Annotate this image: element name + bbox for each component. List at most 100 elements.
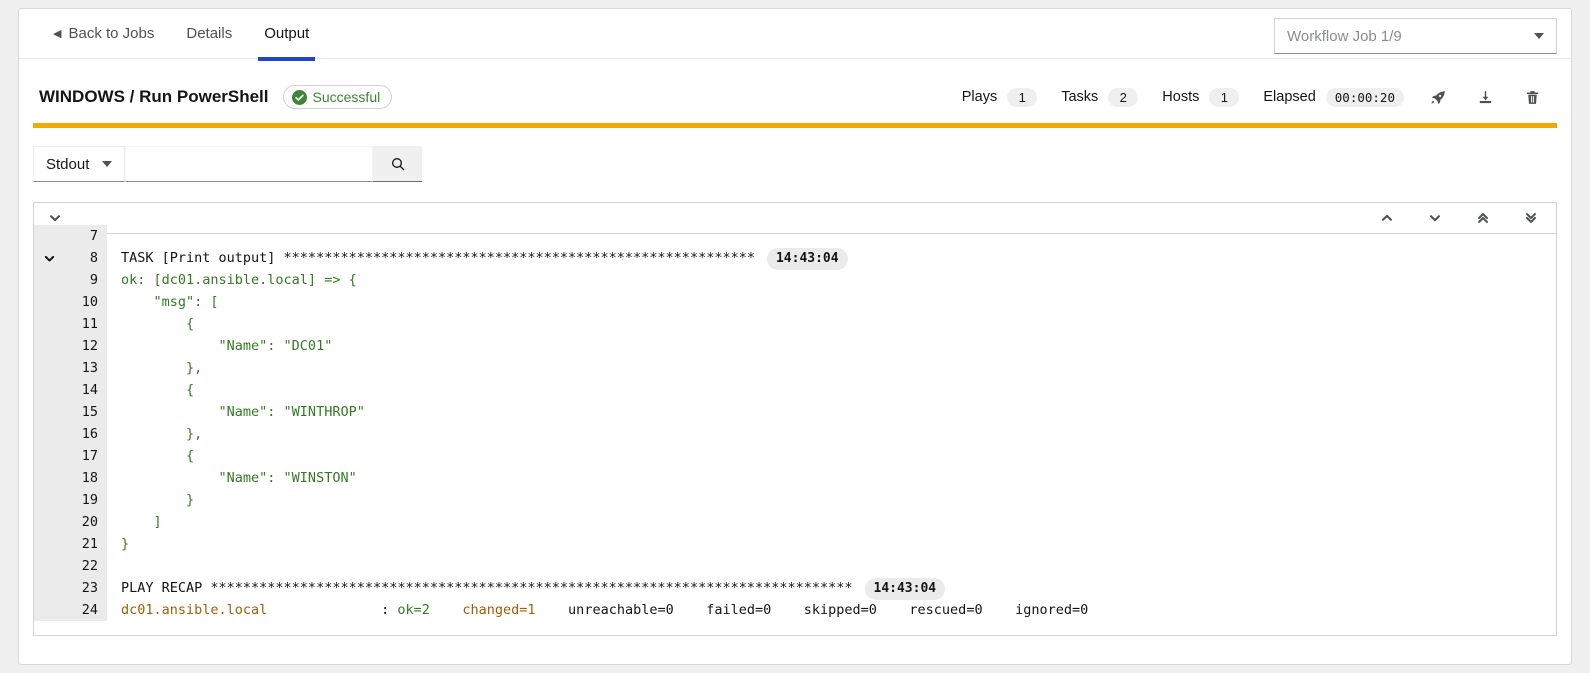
relaunch-rocket-icon[interactable] <box>1430 89 1447 106</box>
stat-label: Elapsed <box>1263 89 1315 105</box>
line-content: ] <box>107 511 162 533</box>
scroll-top-double-chevron-up-icon[interactable] <box>1476 211 1490 225</box>
line-content: PLAY RECAP *****************************… <box>107 577 945 599</box>
line-number: 19 <box>64 489 107 511</box>
timestamp-badge: 14:43:04 <box>865 578 946 600</box>
back-to-jobs-link[interactable]: ◀ Back to Jobs <box>37 9 170 59</box>
stat-value-badge: 2 <box>1108 88 1138 107</box>
expand-collapse-all-chevron-icon[interactable] <box>48 211 62 225</box>
console-row: 10 "msg": [ <box>34 291 1556 313</box>
stat-tasks: Tasks 2 <box>1061 88 1138 107</box>
line-number-gutter: 18 <box>34 467 107 489</box>
console-row: 14 { <box>34 379 1556 401</box>
stat-elapsed: Elapsed 00:00:20 <box>1263 88 1404 107</box>
line-content: }, <box>107 423 202 445</box>
line-number: 10 <box>64 291 107 313</box>
scroll-bottom-double-chevron-down-icon[interactable] <box>1524 211 1538 225</box>
line-number: 14 <box>64 379 107 401</box>
stat-value-badge: 1 <box>1209 88 1239 107</box>
output-filter-row: Stdout <box>33 146 1571 182</box>
line-content: "Name": "DC01" <box>107 335 332 357</box>
line-number: 8 <box>64 247 107 269</box>
console-row: 21} <box>34 533 1556 555</box>
line-number-gutter: 11 <box>34 313 107 335</box>
line-number: 22 <box>64 555 107 577</box>
back-to-jobs-label: Back to Jobs <box>68 25 154 42</box>
check-circle-icon <box>292 90 307 105</box>
output-panel: 78TASK [Print output] ******************… <box>33 202 1557 636</box>
line-content: "msg": [ <box>107 291 219 313</box>
line-number-gutter: 19 <box>34 489 107 511</box>
job-status-accent-bar <box>33 123 1557 128</box>
download-icon[interactable] <box>1477 89 1494 106</box>
line-number: 16 <box>64 423 107 445</box>
line-number: 13 <box>64 357 107 379</box>
console-row: 9ok: [dc01.ansible.local] => { <box>34 269 1556 291</box>
line-number-gutter: 13 <box>34 357 107 379</box>
console-row: 13 }, <box>34 357 1556 379</box>
line-content: "Name": "WINSTON" <box>107 467 357 489</box>
line-content <box>107 225 121 247</box>
console-row: 24dc01.ansible.local : ok=2 changed=1 un… <box>34 599 1556 621</box>
search-input[interactable] <box>125 146 373 182</box>
line-number: 24 <box>64 599 107 621</box>
stat-label: Plays <box>962 89 997 105</box>
line-number: 15 <box>64 401 107 423</box>
line-content: dc01.ansible.local : ok=2 changed=1 unre… <box>107 599 1088 621</box>
console-row: 7 <box>34 225 1556 247</box>
line-number: 23 <box>64 577 107 599</box>
line-number: 11 <box>64 313 107 335</box>
back-caret-icon: ◀ <box>53 27 61 40</box>
job-output-page: ◀ Back to Jobs Details Output Workflow J… <box>18 8 1572 665</box>
tab-output[interactable]: Output <box>248 9 325 59</box>
line-number-gutter: 21 <box>34 533 107 555</box>
line-content: { <box>107 445 194 467</box>
console-row: 20 ] <box>34 511 1556 533</box>
console-row: 12 "Name": "DC01" <box>34 335 1556 357</box>
line-content <box>107 555 121 577</box>
status-badge: Successful <box>283 85 393 109</box>
line-content: ok: [dc01.ansible.local] => { <box>107 269 357 291</box>
line-number-gutter: 8 <box>34 247 107 269</box>
workflow-job-select[interactable]: Workflow Job 1/9 <box>1274 18 1557 54</box>
line-content: { <box>107 379 194 401</box>
line-number: 7 <box>64 225 107 247</box>
search-button[interactable] <box>373 146 422 182</box>
stdout-source-value: Stdout <box>46 156 89 173</box>
delete-trash-icon[interactable] <box>1524 89 1541 106</box>
stdout-source-select[interactable]: Stdout <box>33 146 125 182</box>
tab-bar: ◀ Back to Jobs Details Output Workflow J… <box>19 9 1571 59</box>
stat-label: Tasks <box>1061 89 1098 105</box>
tab-details[interactable]: Details <box>170 9 248 59</box>
tab-output-label: Output <box>264 25 309 42</box>
line-number-gutter: 20 <box>34 511 107 533</box>
scroll-previous-chevron-up-icon[interactable] <box>1380 211 1394 225</box>
chevron-down-icon <box>102 161 112 167</box>
console-row: 11 { <box>34 313 1556 335</box>
line-number-gutter: 23 <box>34 577 107 599</box>
scroll-next-chevron-down-icon[interactable] <box>1428 211 1442 225</box>
line-content: } <box>107 533 129 555</box>
console-row: 23PLAY RECAP ***************************… <box>34 577 1556 599</box>
line-number: 18 <box>64 467 107 489</box>
console-row: 15 "Name": "WINTHROP" <box>34 401 1556 423</box>
console-row: 17 { <box>34 445 1556 467</box>
stat-value-badge: 00:00:20 <box>1326 88 1404 107</box>
line-number-gutter: 9 <box>34 269 107 291</box>
status-badge-label: Successful <box>313 89 381 105</box>
chevron-down-icon <box>1534 33 1544 39</box>
console-row: 16 }, <box>34 423 1556 445</box>
task-expand-chevron-icon[interactable] <box>34 252 64 265</box>
line-number-gutter: 7 <box>34 225 107 247</box>
line-content: { <box>107 313 194 335</box>
line-content: } <box>107 489 194 511</box>
line-content: "Name": "WINTHROP" <box>107 401 365 423</box>
line-number: 20 <box>64 511 107 533</box>
line-number: 21 <box>64 533 107 555</box>
stat-label: Hosts <box>1162 89 1199 105</box>
console-row: 18 "Name": "WINSTON" <box>34 467 1556 489</box>
stat-plays: Plays 1 <box>962 88 1037 107</box>
stdout-console[interactable]: 78TASK [Print output] ******************… <box>34 225 1556 621</box>
stat-value-badge: 1 <box>1007 88 1037 107</box>
workflow-job-select-value: Workflow Job 1/9 <box>1287 28 1402 45</box>
